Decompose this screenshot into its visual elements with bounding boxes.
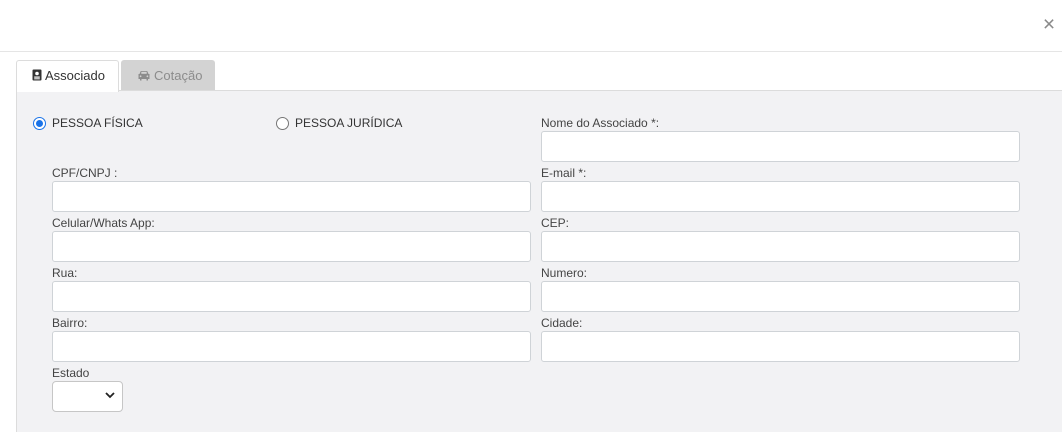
associado-panel: PESSOA FÍSICA PESSOA JURÍDICA Nome do As…	[16, 90, 1062, 432]
cep-input[interactable]	[541, 231, 1020, 262]
modal-header: ×	[0, 0, 1062, 52]
celular-label: Celular/Whats App:	[52, 216, 155, 230]
bairro-input[interactable]	[52, 331, 531, 362]
radio-label: PESSOA JURÍDICA	[295, 116, 403, 130]
estado-select[interactable]	[52, 381, 123, 412]
email-label: E-mail *:	[541, 166, 587, 180]
cidade-input[interactable]	[541, 331, 1020, 362]
tab-cotacao[interactable]: Cotação	[121, 60, 215, 91]
car-icon	[138, 70, 150, 81]
numero-label: Numero:	[541, 266, 588, 280]
nome-input[interactable]	[541, 131, 1020, 162]
estado-label: Estado	[52, 366, 90, 380]
tab-label: Associado	[45, 68, 105, 83]
nome-label: Nome do Associado *:	[541, 116, 660, 130]
radio-pessoa-fisica[interactable]: PESSOA FÍSICA	[33, 116, 143, 130]
radio-label: PESSOA FÍSICA	[52, 116, 143, 130]
rua-label: Rua:	[52, 266, 78, 280]
radio-indicator[interactable]	[33, 116, 46, 130]
close-icon[interactable]: ×	[1040, 14, 1058, 36]
rua-input[interactable]	[52, 281, 531, 312]
tab-associado[interactable]: Associado	[16, 60, 119, 92]
cpf-label: CPF/CNPJ :	[52, 166, 118, 180]
cidade-label: Cidade:	[541, 316, 583, 330]
radio-indicator[interactable]	[276, 116, 289, 130]
tab-label: Cotação	[154, 68, 203, 83]
radio-pessoa-juridica[interactable]: PESSOA JURÍDICA	[276, 116, 402, 130]
cpf-input[interactable]	[52, 181, 531, 212]
bairro-label: Bairro:	[52, 316, 88, 330]
id-card-icon	[32, 69, 42, 81]
email-input[interactable]	[541, 181, 1020, 212]
celular-input[interactable]	[52, 231, 531, 262]
numero-input[interactable]	[541, 281, 1020, 312]
chevron-down-icon	[105, 392, 115, 399]
modal-dialog: × Associado Cotação PESSOA FÍSICA PESSOA…	[0, 0, 1062, 432]
cep-label: CEP:	[541, 216, 570, 230]
